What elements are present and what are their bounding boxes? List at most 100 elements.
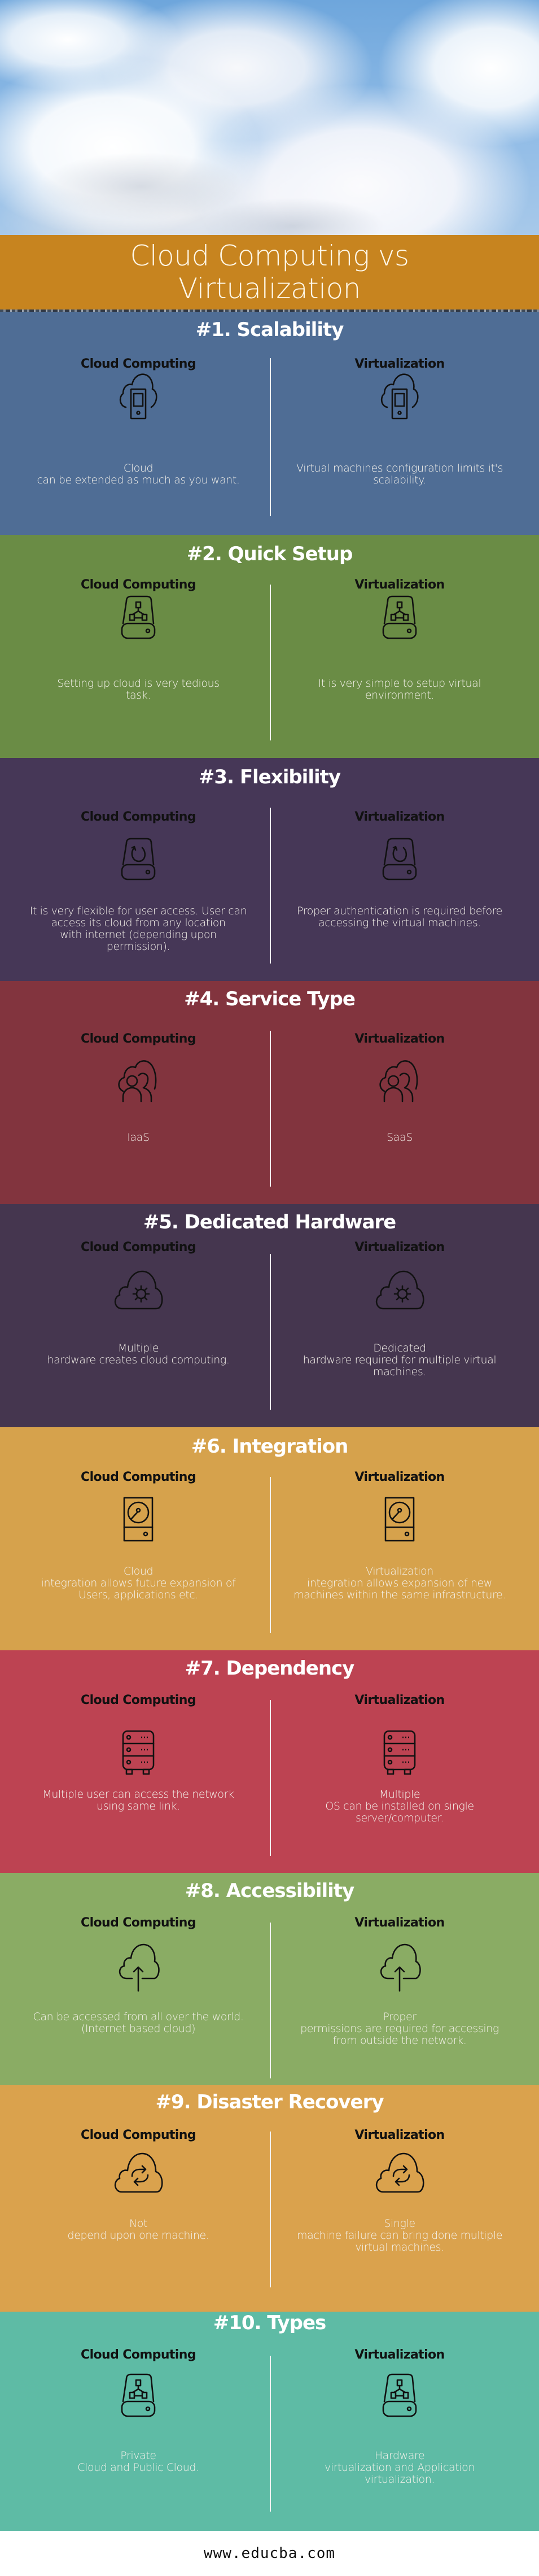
comparison-section-5: #5. Dedicated Hardware Cloud Computing M… <box>0 1204 539 1427</box>
cloud-computing-column: Cloud Computing IaaS <box>17 1032 260 1144</box>
column-header-cloud-computing: Cloud Computing <box>81 810 196 824</box>
section-divider <box>270 808 271 964</box>
column-header-virtualization: Virtualization <box>354 1240 445 1254</box>
cloud-computing-column: Cloud Computing Setting up cloud is very… <box>17 578 260 701</box>
virtualization-column: Virtualization Virtualization integratio… <box>278 1470 521 1601</box>
virtualization-column: Virtualization Proper authentication is … <box>278 810 521 929</box>
section-divider <box>270 1031 271 1187</box>
section-title: #2. Quick Setup <box>186 543 353 565</box>
virtualization-text: Hardware virtualization and Application … <box>324 2449 475 2486</box>
column-header-cloud-computing: Cloud Computing <box>81 1470 196 1484</box>
section-divider <box>270 1923 271 2078</box>
section-title: #1. Scalability <box>195 319 344 341</box>
cloud-computing-text: Can be accessed from all over the world.… <box>33 2011 244 2035</box>
cloud-gear-icon <box>107 1261 169 1323</box>
section-title: #5. Dedicated Hardware <box>143 1211 396 1233</box>
column-header-virtualization: Virtualization <box>354 1032 445 1046</box>
virtualization-column: Virtualization Proper permissions are re… <box>278 1916 521 2047</box>
server-rack-icon <box>369 1721 431 1783</box>
virtualization-text: Proper authentication is required before… <box>297 905 502 929</box>
column-header-cloud-computing: Cloud Computing <box>81 1916 196 1930</box>
virtualization-column: Virtualization Single machine failure ca… <box>278 2128 521 2254</box>
column-header-cloud-computing: Cloud Computing <box>81 2348 196 2362</box>
section-divider <box>270 2356 271 2512</box>
cloud-mobile-icon <box>107 368 169 430</box>
cloud-computing-text: Not depend upon one machine. <box>67 2217 209 2242</box>
virtualization-text: Dedicated hardware required for multiple… <box>303 1342 497 1378</box>
virtualization-column: Virtualization SaaS <box>278 1032 521 1144</box>
cloud-computing-text: Multiple hardware creates cloud computin… <box>47 1342 230 1366</box>
cloud-computing-column: Cloud Computing Can be accessed from all… <box>17 1916 260 2035</box>
cloud-computing-column: Cloud Computing It is very flexible for … <box>17 810 260 953</box>
sky-clouds-image <box>0 0 539 237</box>
section-title: #6. Integration <box>191 1435 349 1458</box>
section-divider <box>270 585 271 740</box>
cloud-computing-text: Cloud can be extended as much as you wan… <box>37 462 240 486</box>
cloud-sync-icon <box>107 2143 169 2205</box>
comparison-section-1: #1. Scalability Cloud Computing Cloud ca… <box>0 312 539 535</box>
title-banner: Cloud Computing vs Virtualization <box>0 235 539 310</box>
cloud-upload-icon <box>369 1936 431 1998</box>
cloud-computing-text: Private Cloud and Public Cloud. <box>77 2449 199 2474</box>
virtualization-text: It is very simple to setup virtual envir… <box>318 677 481 701</box>
cloud-computing-text: IaaS <box>127 1131 150 1144</box>
virtualization-column: Virtualization It is very simple to setu… <box>278 578 521 701</box>
cloud-computing-column: Cloud Computing Cloud integration allows… <box>17 1470 260 1601</box>
section-title: #8. Accessibility <box>185 1880 354 1902</box>
column-header-cloud-computing: Cloud Computing <box>81 1032 196 1046</box>
drive-refresh-icon <box>369 830 431 892</box>
virtualization-text: Virtualization integration allows expans… <box>293 1565 506 1601</box>
section-divider <box>270 2132 271 2287</box>
virtualization-column: Virtualization Dedicated hardware requir… <box>278 1240 521 1378</box>
cloud-mobile-icon <box>369 368 431 430</box>
cloud-users-icon <box>369 1051 431 1113</box>
page-title-line-2: Virtualization <box>178 272 361 305</box>
section-title: #7. Dependency <box>185 1657 355 1680</box>
column-header-cloud-computing: Cloud Computing <box>81 1693 196 1707</box>
section-title: #3. Flexibility <box>198 766 341 788</box>
drive-network-icon <box>369 589 431 651</box>
comparison-section-2: #2. Quick Setup Cloud Computing Setting … <box>0 535 539 758</box>
virtualization-text: Single machine failure can bring done mu… <box>297 2217 502 2254</box>
section-divider <box>270 1700 271 1856</box>
column-header-cloud-computing: Cloud Computing <box>81 2128 196 2142</box>
cloud-computing-column: Cloud Computing Private Cloud and Public… <box>17 2348 260 2474</box>
cloud-computing-text: Setting up cloud is very tedious task. <box>57 677 220 701</box>
virtualization-column: Virtualization Multiple OS can be instal… <box>278 1693 521 1824</box>
cloud-computing-column: Cloud Computing Cloud can be extended as… <box>17 357 260 486</box>
column-header-virtualization: Virtualization <box>354 1470 445 1484</box>
section-title: #4. Service Type <box>184 988 356 1010</box>
column-header-virtualization: Virtualization <box>354 1693 445 1707</box>
section-divider <box>270 1477 271 1633</box>
section-divider <box>270 358 271 516</box>
drive-network-icon <box>369 2366 431 2429</box>
column-header-cloud-computing: Cloud Computing <box>81 1240 196 1254</box>
cloud-computing-column: Cloud Computing Multiple user can access… <box>17 1693 260 1812</box>
page-title-line-1: Cloud Computing vs <box>130 239 409 272</box>
cloud-computing-text: Multiple user can access the network usi… <box>42 1788 234 1812</box>
virtualization-text: Proper permissions are required for acce… <box>300 2011 499 2047</box>
drive-network-icon <box>107 2366 169 2429</box>
footer: www.educba.com <box>0 2531 539 2576</box>
hero-banner: Cloud Computing vs Virtualization <box>0 0 539 312</box>
virtualization-text: Multiple OS can be installed on single s… <box>325 1788 474 1824</box>
comparison-section-7: #7. Dependency Cloud Computing Multiple … <box>0 1650 539 1873</box>
footer-url[interactable]: www.educba.com <box>204 2545 335 2562</box>
drive-network-icon <box>107 589 169 651</box>
cloud-computing-column: Cloud Computing Not depend upon one mach… <box>17 2128 260 2242</box>
cloud-computing-column: Cloud Computing Multiple hardware create… <box>17 1240 260 1366</box>
cloud-sync-icon <box>369 2143 431 2205</box>
hard-disk-icon <box>369 1489 431 1551</box>
comparison-section-3: #3. Flexibility Cloud Computing It is ve… <box>0 758 539 981</box>
virtualization-column: Virtualization Hardware virtualization a… <box>278 2348 521 2486</box>
section-title: #9. Disaster Recovery <box>155 2091 384 2113</box>
column-header-virtualization: Virtualization <box>354 1916 445 1930</box>
cloud-computing-text: It is very flexible for user access. Use… <box>29 905 247 953</box>
virtualization-column: Virtualization Virtual machines configur… <box>278 357 521 486</box>
comparison-sections: #1. Scalability Cloud Computing Cloud ca… <box>0 312 539 2531</box>
hard-disk-icon <box>107 1489 169 1551</box>
cloud-computing-text: Cloud integration allows future expansio… <box>41 1565 236 1601</box>
comparison-section-8: #8. Accessibility Cloud Computing Can be… <box>0 1873 539 2085</box>
column-header-virtualization: Virtualization <box>354 2128 445 2142</box>
column-header-virtualization: Virtualization <box>354 810 445 824</box>
